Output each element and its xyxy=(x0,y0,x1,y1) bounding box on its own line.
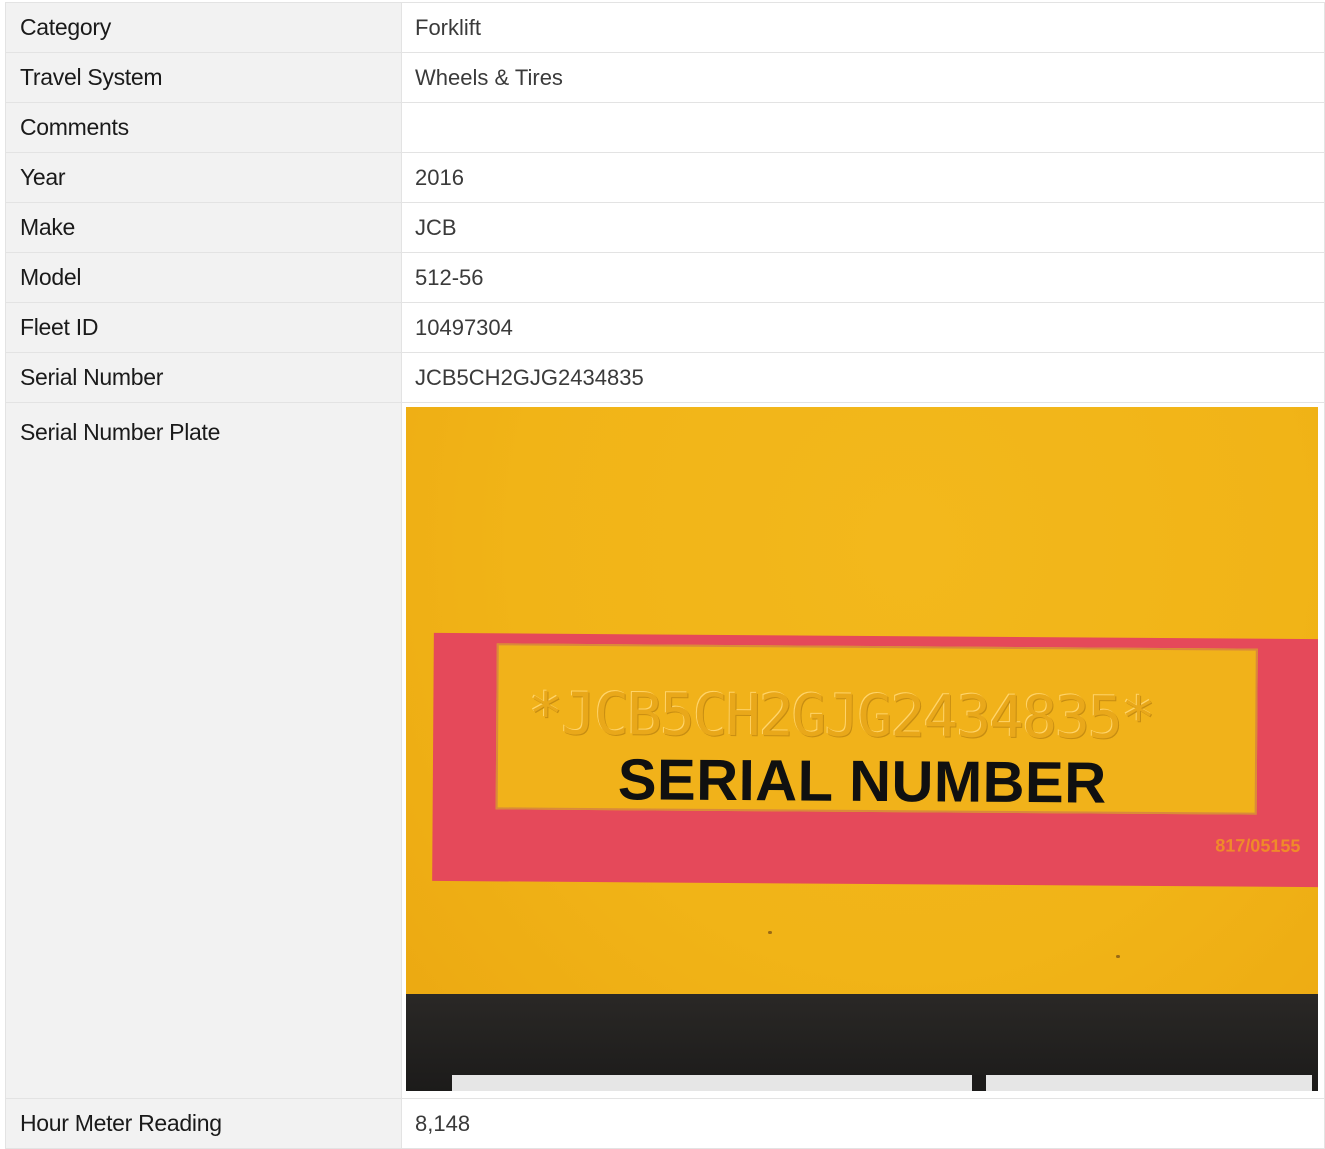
table-row-fleet-id: Fleet ID 10497304 xyxy=(5,302,1325,353)
table-row-travel-system: Travel System Wheels & Tires xyxy=(5,52,1325,103)
paint-speck xyxy=(768,931,772,934)
comments-value xyxy=(401,102,1325,153)
white-tab xyxy=(452,1075,1312,1091)
serial-number-plate-photo[interactable]: *JCB5CH2GJG2434835* SERIAL NUMBER 817/05… xyxy=(406,407,1318,1091)
paint-speck xyxy=(1116,955,1120,958)
year-label: Year xyxy=(5,152,402,203)
table-row-make: Make JCB xyxy=(5,202,1325,253)
black-body-strip xyxy=(406,994,1318,1091)
table-row-hour-meter: Hour Meter Reading 8,148 xyxy=(5,1098,1325,1149)
table-row-serial-number-plate: Serial Number Plate *JCB5CH2GJG2434835* … xyxy=(5,402,1325,1099)
hour-meter-label: Hour Meter Reading xyxy=(5,1098,402,1149)
table-row-model: Model 512-56 xyxy=(5,252,1325,303)
table-row-comments: Comments xyxy=(5,102,1325,153)
category-value: Forklift xyxy=(401,2,1325,53)
plate-code: 817/05155 xyxy=(1215,835,1301,856)
red-plate-border: *JCB5CH2GJG2434835* SERIAL NUMBER 817/05… xyxy=(432,632,1318,888)
category-label: Category xyxy=(5,2,402,53)
hour-meter-value: 8,148 xyxy=(401,1098,1325,1149)
serial-number-plate-label: Serial Number Plate xyxy=(5,402,402,1099)
model-value: 512-56 xyxy=(401,252,1325,303)
serial-number-plate-cell: *JCB5CH2GJG2434835* SERIAL NUMBER 817/05… xyxy=(401,402,1325,1099)
table-row-category: Category Forklift xyxy=(5,2,1325,53)
model-label: Model xyxy=(5,252,402,303)
make-value: JCB xyxy=(401,202,1325,253)
fleet-id-value: 10497304 xyxy=(401,302,1325,353)
year-value: 2016 xyxy=(401,152,1325,203)
travel-system-value: Wheels & Tires xyxy=(401,52,1325,103)
plate-inner-panel: *JCB5CH2GJG2434835* SERIAL NUMBER xyxy=(495,643,1258,816)
travel-system-label: Travel System xyxy=(5,52,402,103)
plate-heading: SERIAL NUMBER xyxy=(617,747,1107,816)
serial-number-value: JCB5CH2GJG2434835 xyxy=(401,352,1325,403)
comments-label: Comments xyxy=(5,102,402,153)
serial-number-label: Serial Number xyxy=(5,352,402,403)
table-row-year: Year 2016 xyxy=(5,152,1325,203)
stamped-serial-text: *JCB5CH2GJG2434835* xyxy=(528,679,1155,752)
make-label: Make xyxy=(5,202,402,253)
table-row-serial-number: Serial Number JCB5CH2GJG2434835 xyxy=(5,352,1325,403)
fleet-id-label: Fleet ID xyxy=(5,302,402,353)
equipment-details-table: Category Forklift Travel System Wheels &… xyxy=(5,2,1325,1149)
